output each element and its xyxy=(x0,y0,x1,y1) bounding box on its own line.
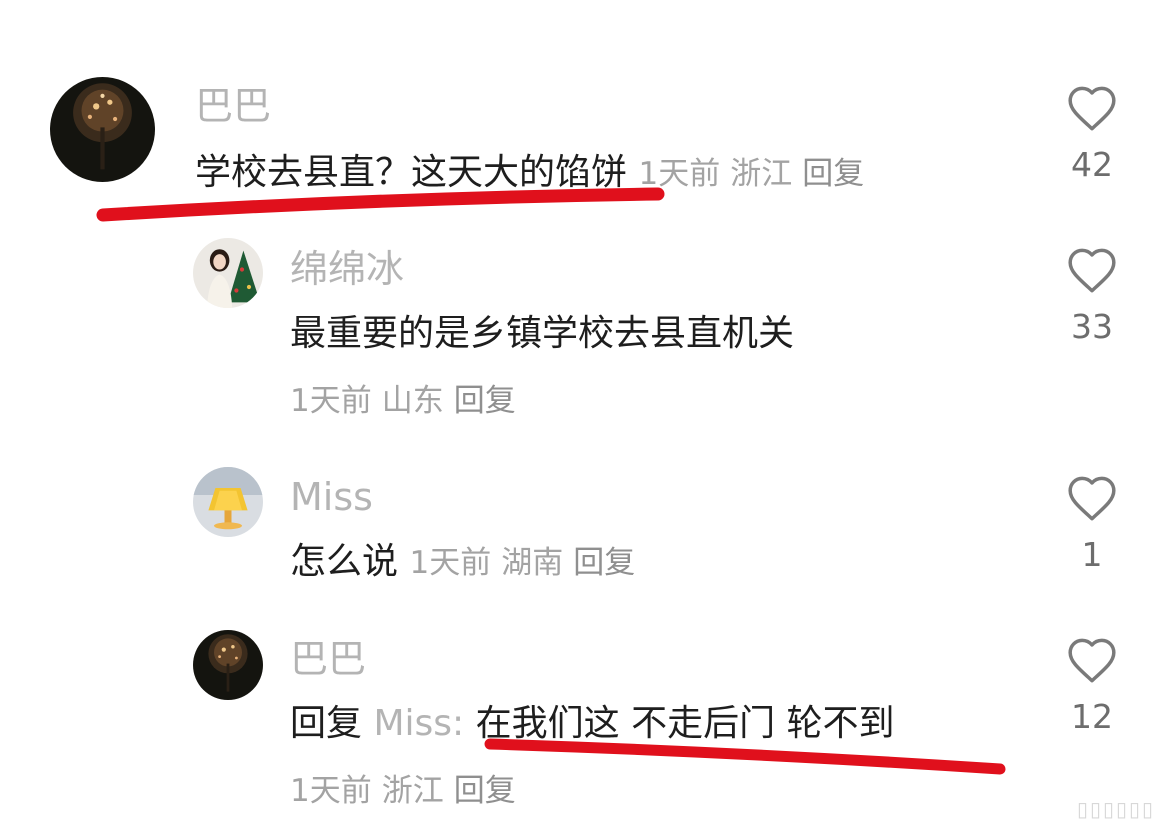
like-button[interactable]: 42 xyxy=(1052,84,1132,181)
comment-text: 怎么说 xyxy=(290,541,399,582)
comment-text: 最重要的是乡镇学校去县直机关 xyxy=(290,313,795,354)
reply-button[interactable]: 回复 xyxy=(454,383,516,419)
avatar-baba[interactable] xyxy=(50,77,155,182)
reply-prefix: 回复 xyxy=(290,703,363,744)
heart-outline-icon xyxy=(1068,248,1116,293)
comment-meta-row: 1天前 浙江 回复 xyxy=(290,776,516,807)
comment-username[interactable]: 巴巴 xyxy=(290,640,366,678)
comment-region: 山东 xyxy=(381,383,444,419)
like-button[interactable]: 33 xyxy=(1052,246,1132,343)
comment-text-row: 回复 Miss: 在我们这 不走后门 轮不到 xyxy=(290,706,895,742)
comment-username[interactable]: Miss xyxy=(290,478,373,516)
like-count: 12 xyxy=(1071,697,1113,736)
comment-text-row: 怎么说 1天前 湖南 回复 xyxy=(290,544,635,580)
like-button[interactable]: 1 xyxy=(1052,474,1132,571)
heart-outline-icon xyxy=(1068,638,1116,683)
watermark-logo: ▯▯▯▯▯▯ xyxy=(1076,797,1155,821)
underline-stroke-2 xyxy=(484,738,1006,775)
comment-text: 学校去县直？这天大的馅饼 xyxy=(195,152,628,193)
reply-button[interactable]: 回复 xyxy=(454,773,516,809)
comment-time: 1天前 xyxy=(290,773,372,809)
reply-target-user[interactable]: Miss: xyxy=(373,703,464,744)
comment-time: 1天前 xyxy=(409,545,492,581)
comment-username[interactable]: 巴巴 xyxy=(195,87,271,125)
comment-time: 1天前 xyxy=(290,383,372,419)
avatar-miss[interactable] xyxy=(193,467,263,537)
like-button[interactable]: 12 xyxy=(1052,636,1132,733)
heart-outline-icon xyxy=(1068,86,1116,131)
comment-text-row: 学校去县直？这天大的馅饼 1天前 浙江 回复 xyxy=(195,155,864,191)
lamp-avatar-image xyxy=(193,467,263,537)
like-count: 42 xyxy=(1071,145,1113,184)
firework-tree-avatar-image xyxy=(193,630,263,700)
comment-region: 浙江 xyxy=(730,156,793,192)
avatar-baba[interactable] xyxy=(193,630,263,700)
girl-christmas-tree-avatar-image xyxy=(193,238,263,308)
avatar-mianmianbing[interactable] xyxy=(193,238,263,308)
comment-text: 在我们这 不走后门 轮不到 xyxy=(475,703,895,744)
comment-meta-row: 1天前 山东 回复 xyxy=(290,386,516,417)
firework-tree-avatar-image xyxy=(50,77,155,182)
comment-region: 浙江 xyxy=(381,773,444,809)
underline-stroke-1 xyxy=(96,187,665,222)
comment-time: 1天前 xyxy=(638,156,721,192)
reply-button[interactable]: 回复 xyxy=(573,545,635,581)
heart-outline-icon xyxy=(1068,476,1116,521)
like-count: 33 xyxy=(1071,307,1113,346)
reply-button[interactable]: 回复 xyxy=(802,156,864,192)
like-count: 1 xyxy=(1081,535,1103,574)
comment-username[interactable]: 绵绵冰 xyxy=(290,250,404,288)
comment-region: 湖南 xyxy=(501,545,564,581)
